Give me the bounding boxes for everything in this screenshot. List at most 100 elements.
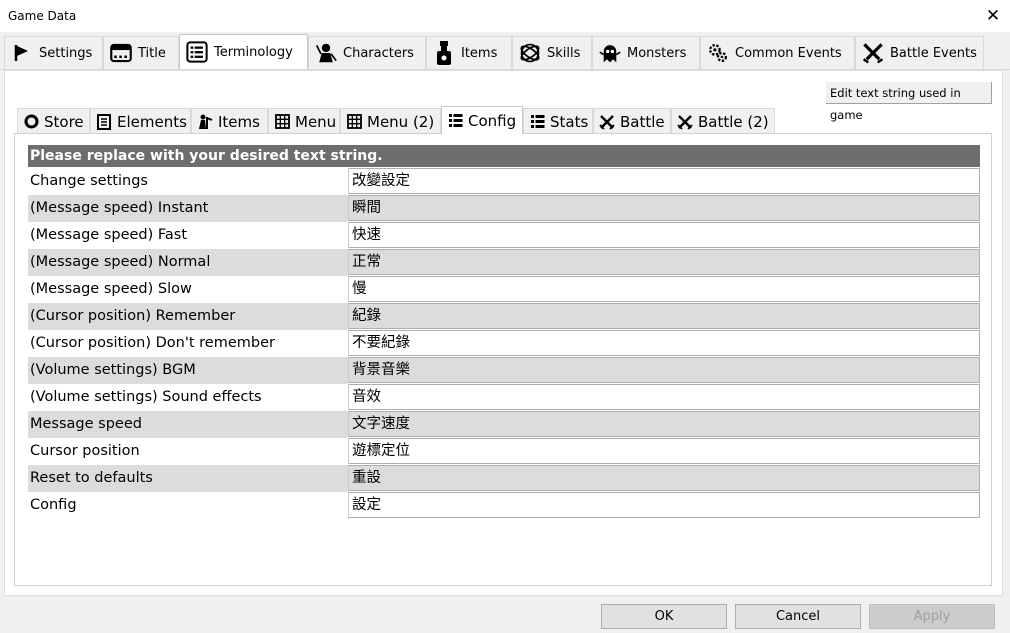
term-value-field[interactable]: 重設 (348, 465, 980, 491)
term-key: Config (28, 492, 348, 519)
tab-monsters[interactable]: Monsters (592, 36, 700, 69)
tab-label: Items (461, 45, 498, 61)
subtab-label: Menu (2) (367, 112, 435, 131)
character-icon (315, 42, 337, 64)
term-value-field[interactable]: 慢 (348, 276, 980, 302)
tab-terminology[interactable]: Terminology (179, 34, 308, 69)
swords-icon (599, 114, 615, 130)
ok-button[interactable]: OK (601, 604, 727, 629)
grid-icon (274, 114, 290, 130)
table-row: (Message speed) Normal 正常 (28, 249, 980, 276)
term-key: (Volume settings) BGM (28, 357, 348, 384)
tab-label: Monsters (627, 45, 687, 61)
circle-icon (23, 114, 39, 130)
grid-icon (346, 114, 362, 130)
table-body: Change settings 改變設定 (Message speed) Inst… (28, 168, 980, 519)
term-key: (Cursor position) Remember (28, 303, 348, 330)
subtab-config[interactable]: Config (441, 106, 523, 134)
tab-label: Settings (39, 45, 93, 61)
window-title: Game Data (8, 9, 77, 23)
subtab-elements[interactable]: Elements (90, 108, 191, 134)
flag-icon (11, 42, 33, 64)
term-value-field[interactable]: 不要紀錄 (348, 330, 980, 356)
terminology-table: Please replace with your desired text st… (28, 145, 980, 519)
term-value-field[interactable]: 文字速度 (348, 411, 980, 437)
tab-title[interactable]: Title (103, 36, 179, 69)
crossed-swords-icon (862, 42, 884, 64)
table-row: (Message speed) Instant 瞬間 (28, 195, 980, 222)
subtab-stats[interactable]: Stats (523, 108, 593, 134)
tab-items[interactable]: Items (426, 36, 512, 69)
title-bar: Game Data ✕ (0, 0, 1010, 32)
ghost-icon (599, 42, 621, 64)
close-icon[interactable]: ✕ (982, 5, 1004, 27)
tab-label: Characters (343, 45, 414, 61)
list-icon (447, 113, 463, 129)
subtab-store[interactable]: Store (17, 108, 90, 134)
term-key: (Message speed) Fast (28, 222, 348, 249)
tab-label: Battle Events (890, 45, 977, 61)
table-row: Change settings 改變設定 (28, 168, 980, 195)
subtab-items[interactable]: Items (191, 108, 268, 134)
term-key: (Message speed) Slow (28, 276, 348, 303)
tab-battle-events[interactable]: Battle Events (855, 36, 984, 69)
swords-icon (677, 114, 693, 130)
subtab-label: Menu (295, 112, 337, 131)
term-key: (Cursor position) Don't remember (28, 330, 348, 357)
table-row: Cursor position 遊標定位 (28, 438, 980, 465)
table-row: (Volume settings) Sound effects 音效 (28, 384, 980, 411)
tab-label: Skills (547, 45, 581, 61)
table-row: (Message speed) Fast 快速 (28, 222, 980, 249)
term-value-field[interactable]: 背景音樂 (348, 357, 980, 383)
subtab-label: Config (468, 111, 517, 130)
term-value-field[interactable]: 改變設定 (348, 168, 980, 194)
table-row: (Cursor position) Remember 紀錄 (28, 303, 980, 330)
term-value-field[interactable]: 設定 (348, 492, 980, 518)
tab-label: Title (138, 45, 166, 61)
subtab-battle[interactable]: Battle (593, 108, 671, 134)
subtab-battle-2[interactable]: Battle (2) (671, 108, 775, 134)
window-icon (110, 42, 132, 64)
subtab-menu[interactable]: Menu (268, 108, 340, 134)
term-value-field[interactable]: 音效 (348, 384, 980, 410)
term-key: (Message speed) Normal (28, 249, 348, 276)
tab-skills[interactable]: Skills (512, 36, 592, 69)
table-row: Message speed 文字速度 (28, 411, 980, 438)
sub-tab-bar: Store Elements Items Menu Menu (2) Confi… (0, 106, 1010, 134)
term-value-field[interactable]: 瞬間 (348, 195, 980, 221)
potion-icon (433, 41, 455, 65)
table-row: (Cursor position) Don't remember 不要紀錄 (28, 330, 980, 357)
gears-icon (707, 42, 729, 64)
apply-button[interactable]: Apply (869, 604, 995, 629)
term-key: Message speed (28, 411, 348, 438)
tab-characters[interactable]: Characters (308, 36, 426, 69)
term-key: Change settings (28, 168, 348, 195)
term-key: (Message speed) Instant (28, 195, 348, 222)
term-key: Cursor position (28, 438, 348, 465)
term-value-field[interactable]: 遊標定位 (348, 438, 980, 464)
hint-label: Edit text string used in game (826, 82, 992, 122)
main-tab-bar: Settings Title Terminology Characters It… (0, 34, 1010, 70)
subtab-menu-2[interactable]: Menu (2) (340, 108, 441, 134)
subtab-label: Battle (2) (698, 112, 769, 131)
subtab-label: Battle (620, 112, 665, 131)
term-value-field[interactable]: 快速 (348, 222, 980, 248)
cancel-button[interactable]: Cancel (735, 604, 861, 629)
table-row: Config 設定 (28, 492, 980, 519)
tab-common-events[interactable]: Common Events (700, 36, 855, 69)
subtab-label: Elements (117, 112, 187, 131)
subtab-label: Items (218, 112, 260, 131)
term-value-field[interactable]: 正常 (348, 249, 980, 275)
table-row: (Message speed) Slow 慢 (28, 276, 980, 303)
subtab-label: Store (44, 112, 84, 131)
items-icon (197, 114, 213, 130)
table-row: Reset to defaults 重設 (28, 465, 980, 492)
term-key: Reset to defaults (28, 465, 348, 492)
term-value-field[interactable]: 紀錄 (348, 303, 980, 329)
tab-label: Terminology (214, 44, 293, 60)
subtab-label: Stats (550, 112, 589, 131)
table-header: Please replace with your desired text st… (28, 145, 980, 168)
tab-settings[interactable]: Settings (4, 36, 103, 69)
table-row: (Volume settings) BGM 背景音樂 (28, 357, 980, 384)
orbit-icon (519, 42, 541, 64)
